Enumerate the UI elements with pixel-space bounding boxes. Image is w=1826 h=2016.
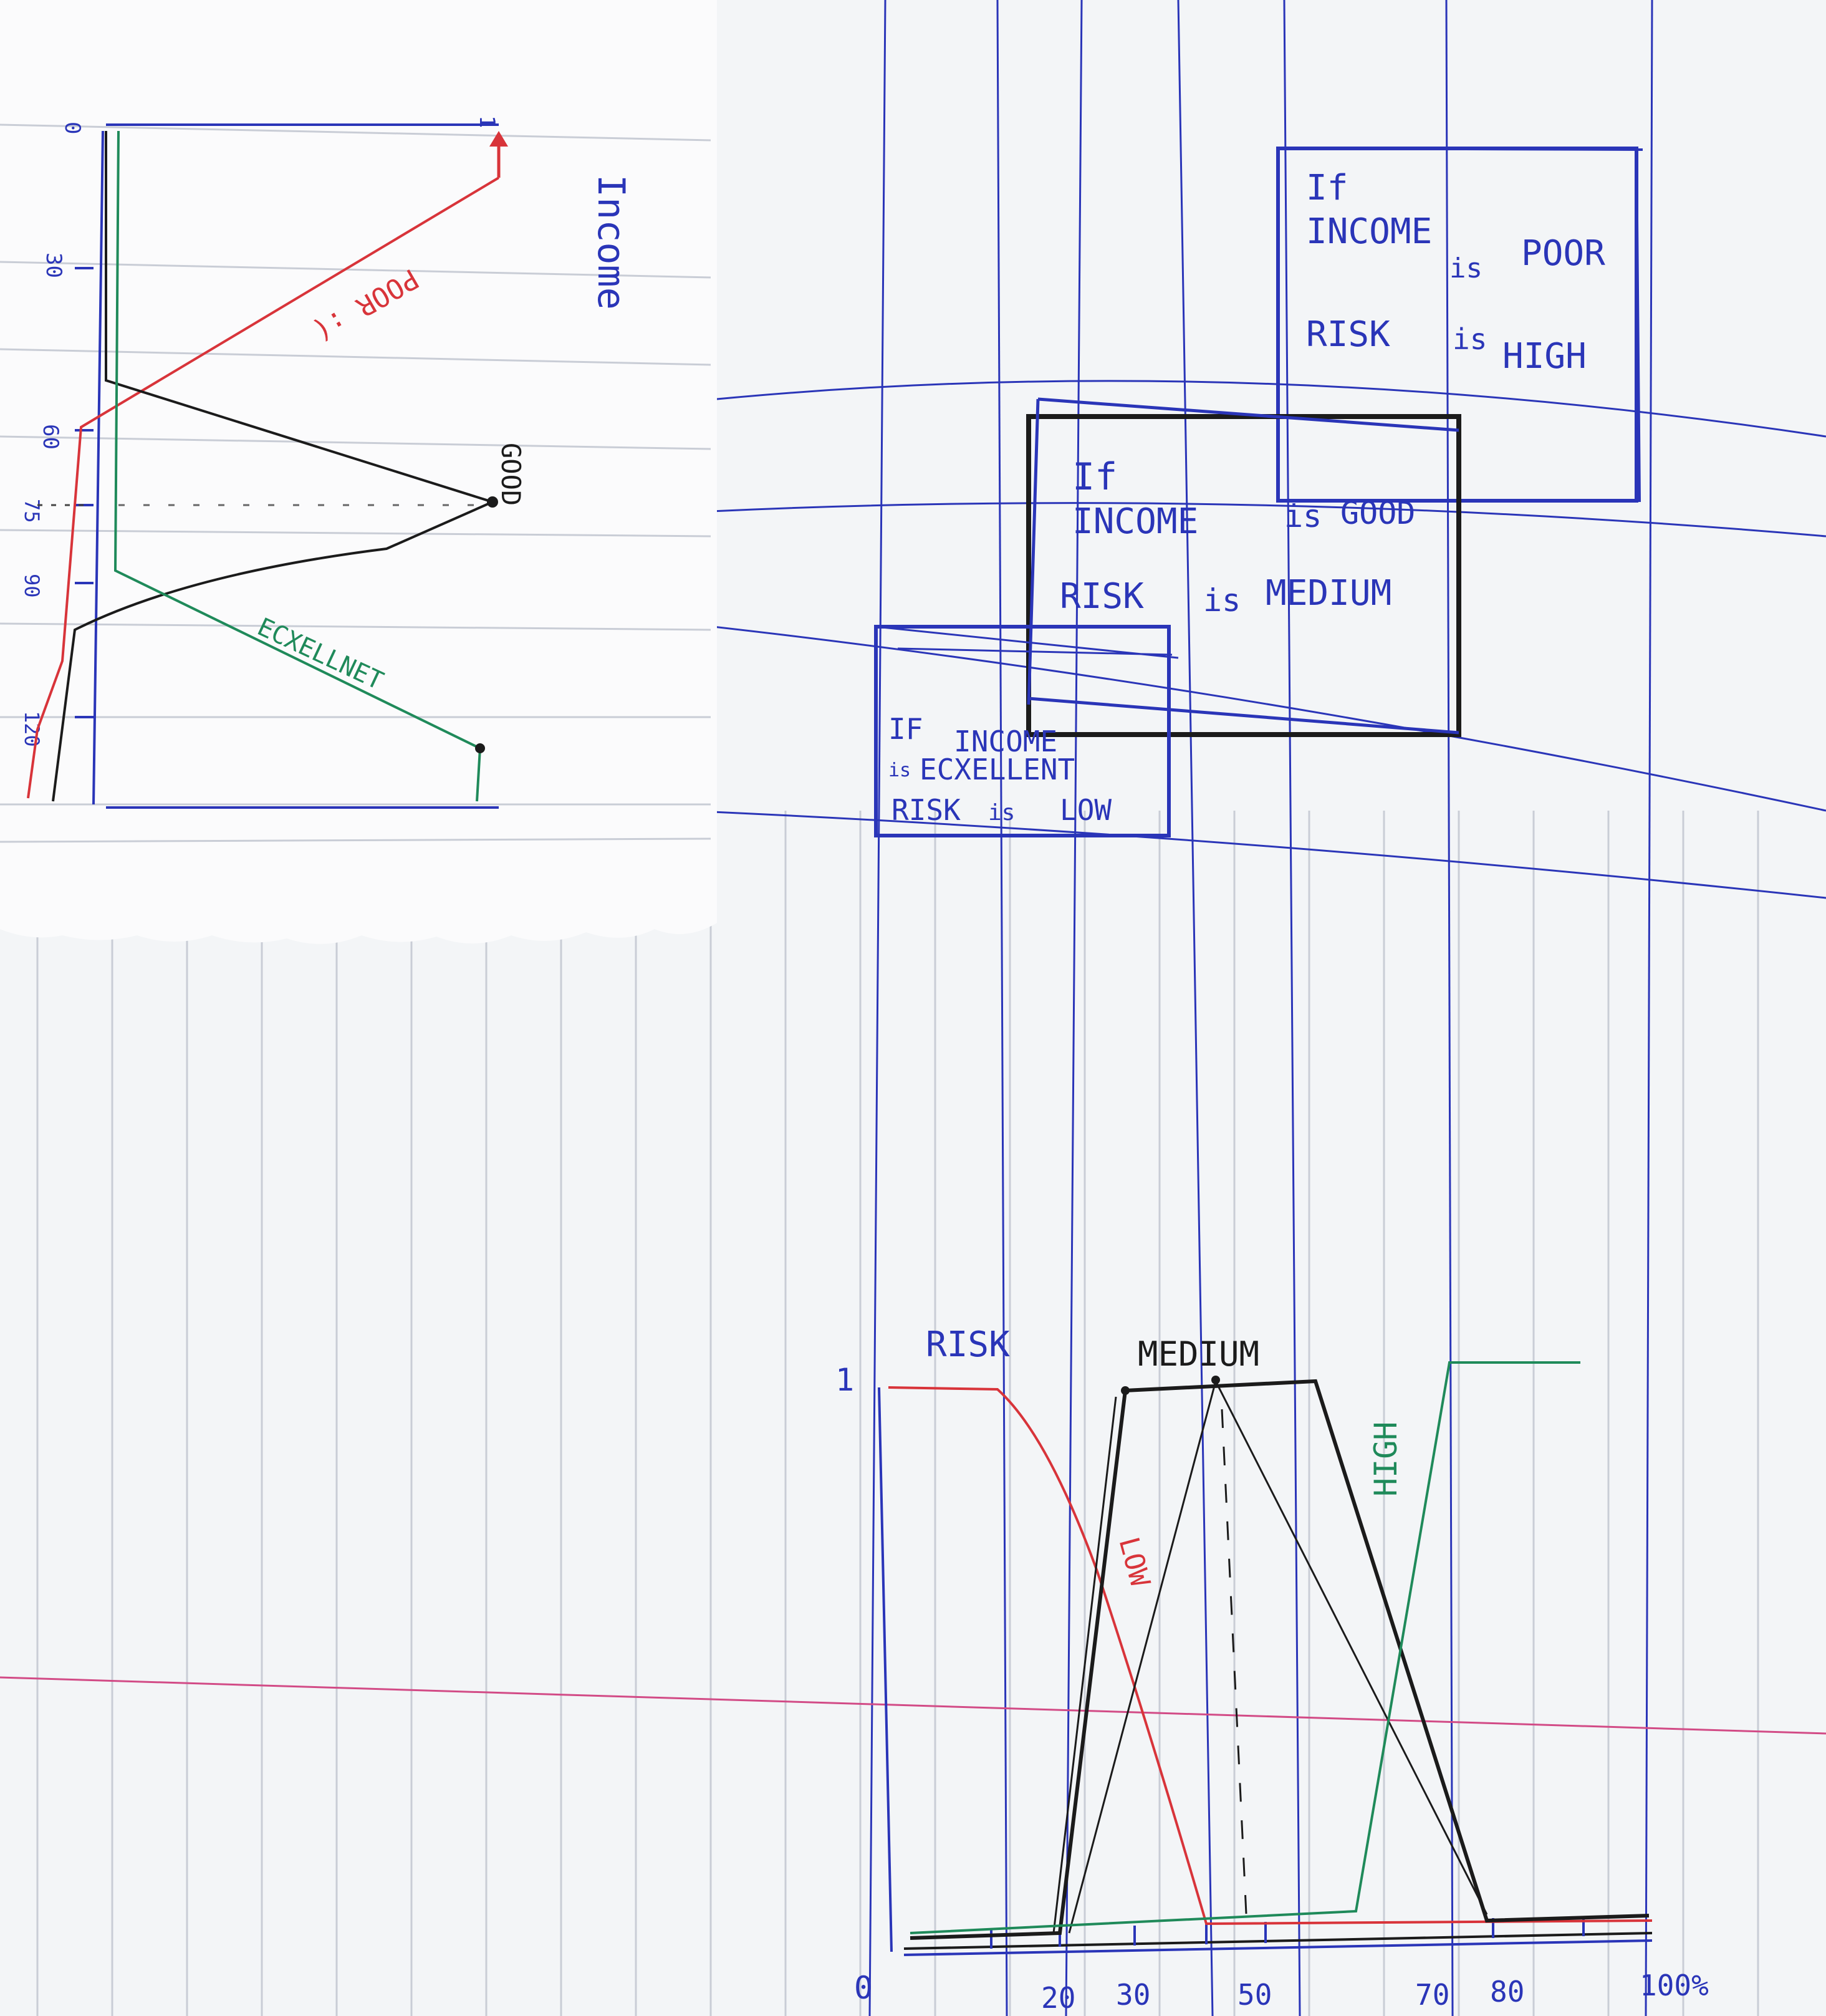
risk-x-20: 20 [1041,1981,1075,2015]
income-top-tick: 1 [474,115,499,128]
income-tick-120: 120 [20,711,44,747]
risk-x-70: 70 [1415,1978,1449,2012]
rule2-if: If [1072,455,1117,499]
risk-y-zero: 0 [854,1970,873,2006]
rule2-good: GOOD [1340,495,1415,531]
rule2-is: is [1284,498,1322,534]
rule-box-good: If INCOME is GOOD RISK is MEDIUM [1026,397,1461,737]
risk-medium-label: MEDIUM [1138,1334,1259,1374]
rule2-income: INCOME [1072,501,1198,542]
risk-x-50: 50 [1237,1978,1272,2012]
rule2-is2: is [1203,582,1241,619]
rule3-excellent: ECXELLENT [920,753,1075,786]
income-title: Income [589,175,633,310]
risk-y-top: 1 [835,1362,854,1398]
rule1-poor: POOR [1521,233,1605,274]
income-tick-30: 30 [41,253,66,278]
rule3-low: LOW [1060,793,1112,827]
income-tick-0: 0 [60,122,85,134]
rule3-is2: is [988,800,1015,826]
margin-line [0,1676,1826,1735]
risk-x-80: 80 [1490,1975,1524,2009]
income-tick-75: 75 [20,499,44,523]
rule1-is: is [1449,253,1482,284]
rule1-risk: RISK [1306,314,1390,355]
risk-high-label: HIGH [1368,1422,1404,1497]
risk-title: RISK [926,1324,1010,1365]
income-tick-90: 90 [20,574,44,598]
rule3-if: IF [888,712,923,746]
rule2-risk: RISK [1060,576,1144,617]
rule1-income: INCOME [1306,211,1432,252]
rule3-risk: RISK [891,793,961,827]
risk-medium-curve [910,1379,1650,1940]
income-tick-60: 60 [38,424,63,450]
notebook-sheet: 0 30 60 75 90 120 1 Income POOR :( GOOD [0,0,1826,2016]
notebook-grid [36,811,1759,2016]
risk-x-30: 30 [1116,1978,1150,2012]
rule1-if: If [1306,168,1348,208]
risk-x-100: 100% [1640,1969,1709,2002]
risk-low-curve [888,1386,1653,1926]
rule3-is: is [888,760,911,781]
risk-low-label: LOW [1112,1534,1156,1590]
rule1-is2: is [1453,322,1487,356]
blue-guide-lines [685,0,1826,2016]
rule2-medium: MEDIUM [1266,573,1391,614]
income-good-label: GOOD [496,443,526,506]
torn-note [0,0,717,944]
risk-chart: RISK 1 0 20 30 50 70 80 100% LOW MEDIUM … [835,1324,1709,2015]
rule1-high: HIGH [1502,336,1587,377]
